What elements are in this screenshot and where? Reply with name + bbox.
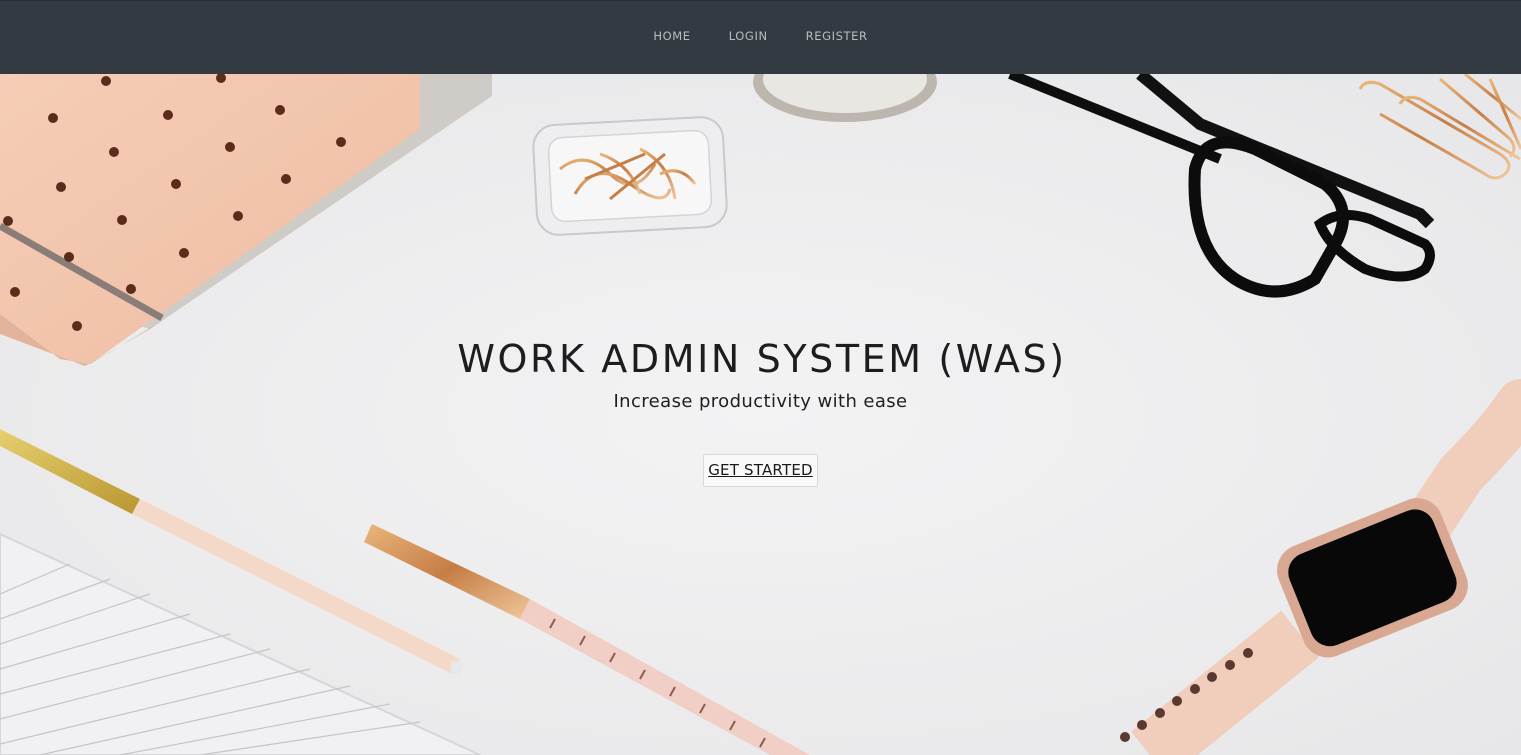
hero-content: WORK ADMIN SYSTEM (WAS) Increase product… [0,336,1521,487]
nav-item-register: REGISTER [787,21,887,51]
nav-link-register[interactable]: REGISTER [787,21,887,51]
nav-item-home: HOME [634,21,709,51]
top-navbar: HOME LOGIN REGISTER [0,0,1521,74]
get-started-button[interactable]: GET STARTED [703,454,818,487]
nav-item-login: LOGIN [710,21,787,51]
paperclip-dish-illustration [532,116,728,236]
hero-title: WORK ADMIN SYSTEM (WAS) [457,337,1067,381]
nav-link-login[interactable]: LOGIN [710,21,787,51]
hero-subtitle: Increase productivity with ease [613,391,908,412]
nav-link-home[interactable]: HOME [634,21,709,51]
cta-wrapper: GET STARTED [0,454,1521,487]
landing-page: HOME LOGIN REGISTER WORK ADMIN SYSTEM (W… [0,0,1521,755]
nav-menu: HOME LOGIN REGISTER [634,21,886,51]
